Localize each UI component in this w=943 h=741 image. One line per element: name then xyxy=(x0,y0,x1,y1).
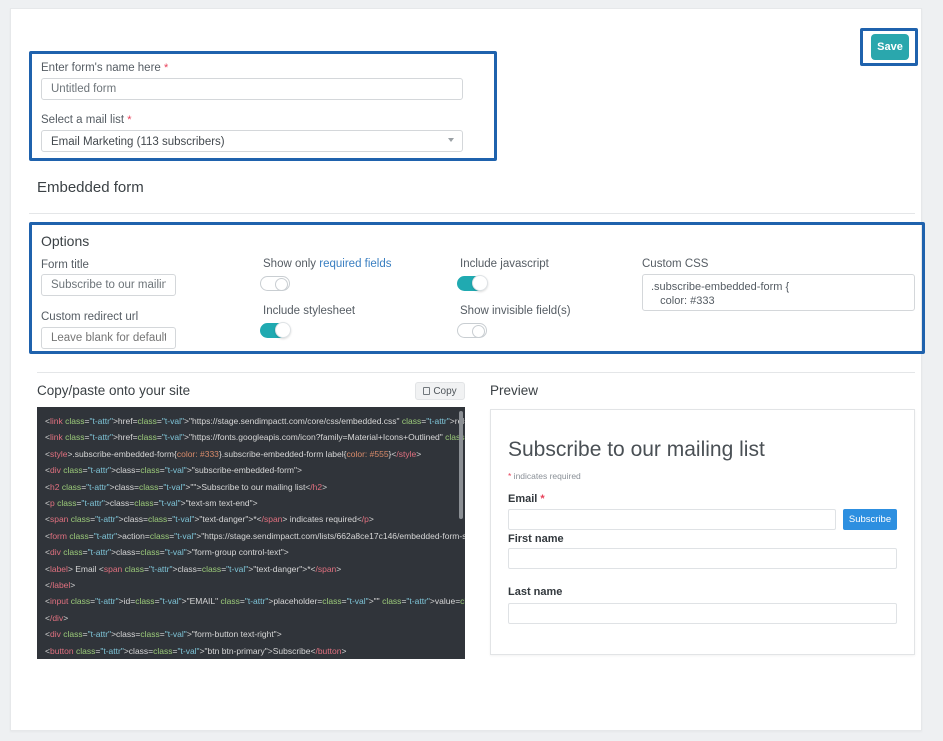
preview-first-name-label: First name xyxy=(508,533,564,545)
preview-subscribe-button[interactable]: Subscribe xyxy=(843,509,897,530)
preview-last-name-input[interactable] xyxy=(508,603,897,624)
show-required-fields-label-prefix: Show only xyxy=(263,258,320,270)
page-title: Embedded form xyxy=(37,179,144,196)
options-title: Options xyxy=(41,233,90,249)
preview-email-input[interactable] xyxy=(508,509,836,530)
preview-email-required-mark: * xyxy=(540,493,545,505)
divider-middle xyxy=(37,372,915,373)
custom-redirect-input[interactable] xyxy=(41,327,176,349)
form-name-required-mark: * xyxy=(164,62,169,74)
mail-list-select[interactable]: Email Marketing (113 subscribers) xyxy=(41,130,463,152)
copy-button-label: Copy xyxy=(433,385,457,397)
custom-css-textarea[interactable] xyxy=(642,274,915,311)
include-javascript-toggle[interactable] xyxy=(457,275,488,291)
include-javascript-label: Include javascript xyxy=(460,258,549,270)
save-button[interactable]: Save xyxy=(871,34,909,60)
form-builder-card: Save Enter form's name here * Select a m… xyxy=(10,8,925,731)
mail-list-label: Select a mail list * xyxy=(41,114,132,126)
toggle-knob xyxy=(275,277,288,291)
copy-paste-title: Copy/paste onto your site xyxy=(37,383,191,398)
mail-list-label-text: Select a mail list xyxy=(41,114,125,126)
copy-icon xyxy=(423,387,431,395)
form-title-input[interactable] xyxy=(41,274,176,296)
code-scrollbar[interactable] xyxy=(459,411,463,519)
custom-css-label: Custom CSS xyxy=(642,258,709,270)
toggle-knob xyxy=(472,275,488,291)
show-required-fields-toggle[interactable] xyxy=(260,276,290,291)
embed-code-block[interactable]: <link class="t-attr">href=class="t-val">… xyxy=(37,407,465,659)
mail-list-required-mark: * xyxy=(127,114,132,126)
preview-last-name-label: Last name xyxy=(508,586,563,598)
show-invisible-fields-label: Show invisible field(s) xyxy=(460,305,571,317)
mail-list-selected-value: Email Marketing (113 subscribers) xyxy=(51,136,225,148)
preview-email-label: Email * xyxy=(508,493,545,505)
include-stylesheet-label: Include stylesheet xyxy=(263,305,356,317)
preview-required-note: * indicates required xyxy=(508,471,581,481)
form-name-label-text: Enter form's name here xyxy=(41,62,161,74)
preview-title: Preview xyxy=(490,383,539,398)
copy-button[interactable]: Copy xyxy=(415,382,465,400)
required-fields-link[interactable]: required fields xyxy=(319,258,391,270)
form-name-input[interactable] xyxy=(41,78,463,100)
chevron-down-icon xyxy=(448,138,454,142)
preview-first-name-input[interactable] xyxy=(508,548,897,569)
show-required-fields-label: Show only required fields xyxy=(263,258,392,270)
custom-redirect-label: Custom redirect url xyxy=(41,311,139,323)
show-invisible-fields-toggle[interactable] xyxy=(457,323,487,338)
include-stylesheet-toggle[interactable] xyxy=(260,322,291,338)
form-title-label: Form title xyxy=(41,259,89,271)
embed-code-text: <link class="t-attr">href=class="t-val">… xyxy=(45,416,465,656)
form-name-label: Enter form's name here * xyxy=(41,62,168,74)
toggle-knob xyxy=(472,324,485,338)
preview-email-label-text: Email xyxy=(508,493,538,505)
toggle-knob xyxy=(275,322,291,338)
divider-top xyxy=(29,213,915,214)
app-page: Save Enter form's name here * Select a m… xyxy=(0,0,943,741)
preview-required-text: indicates required xyxy=(511,471,581,481)
preview-heading: Subscribe to our mailing list xyxy=(508,438,765,461)
